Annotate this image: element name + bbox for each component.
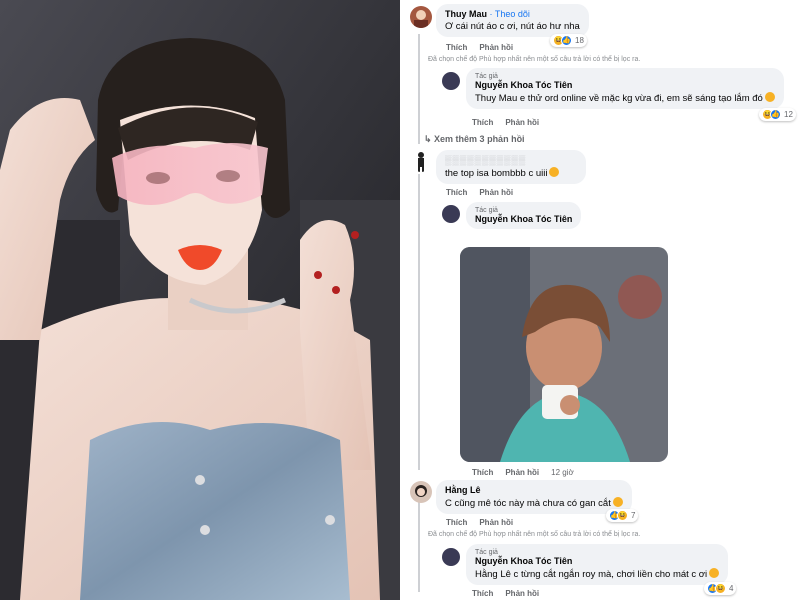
author-avatar[interactable]	[442, 548, 460, 566]
reply-author[interactable]: Nguyễn Khoa Tóc Tiên	[475, 80, 775, 90]
reply-text: Thuy Mau e thử ord online về mặc kg vừa …	[475, 92, 775, 104]
reply-button[interactable]: Phản hồi	[479, 188, 513, 197]
author-avatar[interactable]	[442, 205, 460, 223]
comment-author[interactable]: Thuy Mau · Theo dõi	[445, 9, 580, 19]
reply-bubble: Tác giả Nguyễn Khoa Tóc Tiên Hằng Lê c t…	[466, 544, 729, 585]
reply-button[interactable]: Phản hồi	[505, 118, 539, 127]
laugh-emoji-icon	[612, 497, 623, 507]
author-avatar[interactable]	[442, 72, 460, 90]
filter-notice: Đã chọn chế độ Phù hợp nhất nên một số c…	[428, 531, 641, 538]
like-button[interactable]: Thích	[446, 43, 467, 52]
avatar[interactable]	[410, 150, 432, 172]
comment-text: Ơ cái nút áo c ơi, nút áo hư nha	[445, 21, 580, 32]
reply-actions: Thích Phản hồi	[472, 589, 551, 598]
reaction-summary[interactable]: 👍 😆 7	[606, 509, 639, 522]
reply-arrow-icon: ↳	[424, 134, 435, 144]
thread-line	[418, 502, 420, 592]
smile-emoji-icon	[549, 167, 560, 177]
haha-reaction-icon: 😆	[617, 510, 628, 521]
reaction-gif[interactable]	[460, 247, 668, 462]
comment-text: C cũng mê tóc này mà chưa có gan cắt	[445, 497, 623, 509]
reply-button[interactable]: Phản hồi	[505, 589, 539, 598]
like-reaction-icon: 👍	[770, 109, 781, 120]
reaction-summary[interactable]: 😆 👍 12	[759, 108, 796, 121]
thread-line	[418, 174, 420, 470]
haha-reaction-icon: 😆	[715, 583, 726, 594]
timestamp: 12 giờ	[551, 468, 574, 477]
reply-button[interactable]: Phản hồi	[479, 43, 513, 52]
reply-author[interactable]: Nguyễn Khoa Tóc Tiên	[475, 214, 572, 224]
reaction-summary[interactable]: 😆 👍 18	[550, 34, 587, 47]
like-button[interactable]: Thích	[472, 589, 493, 598]
author-badge: Tác giả	[475, 549, 498, 556]
filter-notice: Đã chọn chế độ Phù hợp nhất nên một số c…	[428, 56, 641, 63]
like-button[interactable]: Thích	[472, 118, 493, 127]
reply-text: Hằng Lê c từng cắt ngắn roy mà, chơi liề…	[475, 568, 720, 580]
selfie-photo	[0, 0, 400, 600]
avatar[interactable]	[410, 6, 432, 28]
like-button[interactable]: Thích	[446, 188, 467, 197]
comment-bubble: Thuy Mau · Theo dõi Ơ cái nút áo c ơi, n…	[436, 4, 589, 37]
comment-actions: Thích Phản hồi	[446, 188, 525, 197]
reply-bubble: Tác giả Nguyễn Khoa Tóc Tiên Thuy Mau e …	[466, 68, 784, 109]
reply-actions: Thích Phản hồi 12 giờ	[472, 468, 586, 477]
comment-actions: Thích Phản hồi	[446, 518, 525, 527]
author-badge: Tác giả	[475, 73, 498, 80]
laugh-emoji-icon	[709, 568, 720, 578]
like-reaction-icon: 👍	[561, 35, 572, 46]
comment-section: Thuy Mau · Theo dõi Ơ cái nút áo c ơi, n…	[404, 0, 800, 600]
follow-link[interactable]: · Theo dõi	[490, 9, 530, 19]
avatar[interactable]	[410, 481, 432, 503]
comment-text: the top isa bombbb c uiii	[445, 167, 577, 179]
view-more-replies[interactable]: ↳ Xem thêm 3 phản hồi	[424, 134, 525, 145]
laughing-woman-gif	[460, 247, 668, 462]
reaction-summary[interactable]: 👍 😆 4	[704, 582, 737, 595]
comment-author-blurred[interactable]: ▒▒▒▒▒▒▒▒▒▒▒	[445, 155, 577, 165]
smile-emoji-icon	[764, 92, 775, 102]
reply-author[interactable]: Nguyễn Khoa Tóc Tiên	[475, 556, 719, 566]
like-button[interactable]: Thích	[446, 518, 467, 527]
reply-bubble: Tác giả Nguyễn Khoa Tóc Tiên	[466, 202, 582, 229]
reply-button[interactable]: Phản hồi	[479, 518, 513, 527]
author-badge: Tác giả	[475, 207, 498, 214]
reply-button[interactable]: Phản hồi	[505, 468, 539, 477]
like-button[interactable]: Thích	[472, 468, 493, 477]
comment-bubble: ▒▒▒▒▒▒▒▒▒▒▒ the top isa bombbb c uiii	[436, 150, 586, 184]
selfie-illustration	[0, 0, 400, 600]
reply-actions: Thích Phản hồi	[472, 118, 551, 127]
thread-line	[418, 34, 420, 144]
comment-author[interactable]: Hằng Lê	[445, 485, 623, 495]
comment-actions: Thích Phản hồi	[446, 43, 525, 52]
comment-bubble: Hằng Lê C cũng mê tóc này mà chưa có gan…	[436, 480, 632, 514]
